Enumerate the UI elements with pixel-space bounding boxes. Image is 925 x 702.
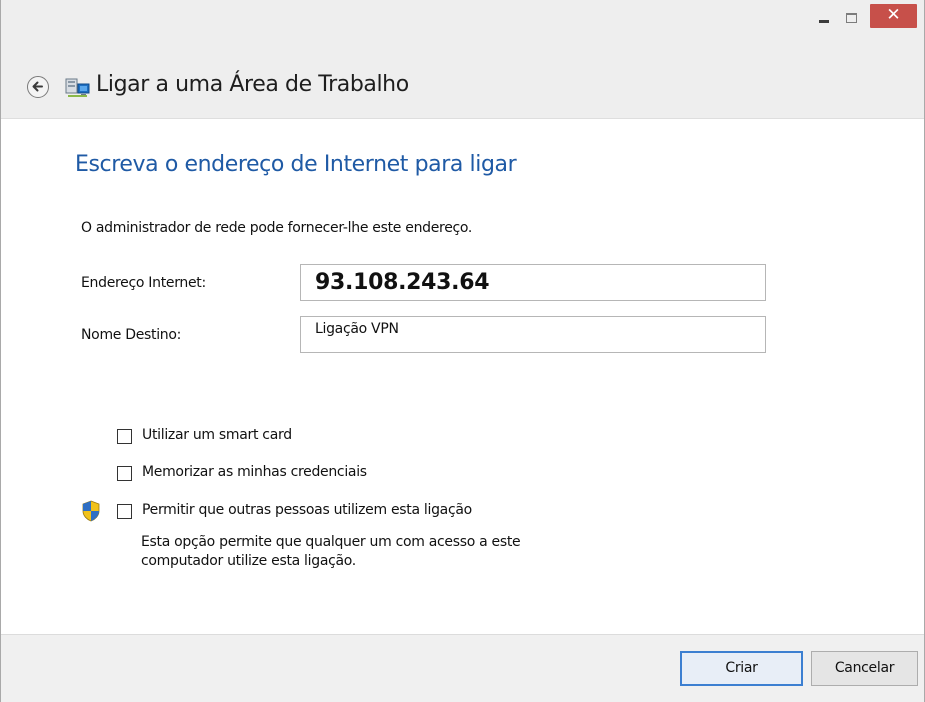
minimize-button[interactable]	[809, 6, 839, 32]
cancel-button[interactable]: Cancelar	[811, 651, 918, 686]
remember-credentials-checkbox[interactable]	[117, 466, 132, 481]
page-heading: Escreva o endereço de Internet para liga…	[75, 152, 517, 177]
name-label: Nome Destino:	[81, 327, 182, 343]
allow-others-description-line-2: computador utilize esta ligação.	[141, 553, 356, 569]
maximize-button[interactable]	[841, 6, 863, 32]
close-button[interactable]: ✕	[870, 4, 917, 28]
window-title: Ligar a uma Área de Trabalho	[96, 72, 409, 97]
allow-others-label[interactable]: Permitir que outras pessoas utilizem est…	[142, 502, 472, 518]
allow-others-checkbox[interactable]	[117, 504, 132, 519]
uac-shield-icon	[82, 500, 100, 522]
dialog-window: ✕ Ligar a uma Área de Trabalho Escreva o…	[0, 0, 925, 702]
address-label: Endereço Internet:	[81, 275, 206, 291]
smart-card-label[interactable]: Utilizar um smart card	[142, 427, 292, 443]
destination-name-input[interactable]	[300, 316, 766, 353]
address-input[interactable]	[300, 264, 766, 301]
back-arrow-icon	[32, 81, 43, 92]
back-button[interactable]	[27, 76, 49, 98]
remote-workplace-icon	[65, 78, 90, 97]
intro-text: O administrador de rede pode fornecer-lh…	[81, 220, 473, 236]
dialog-footer: Criar Cancelar	[1, 634, 924, 702]
title-bar: ✕ Ligar a uma Área de Trabalho	[1, 0, 924, 119]
create-button[interactable]: Criar	[680, 651, 803, 686]
close-icon: ✕	[886, 5, 901, 25]
smart-card-checkbox[interactable]	[117, 429, 132, 444]
remember-credentials-label[interactable]: Memorizar as minhas credenciais	[142, 464, 367, 480]
allow-others-description-line-1: Esta opção permite que qualquer um com a…	[141, 534, 521, 550]
